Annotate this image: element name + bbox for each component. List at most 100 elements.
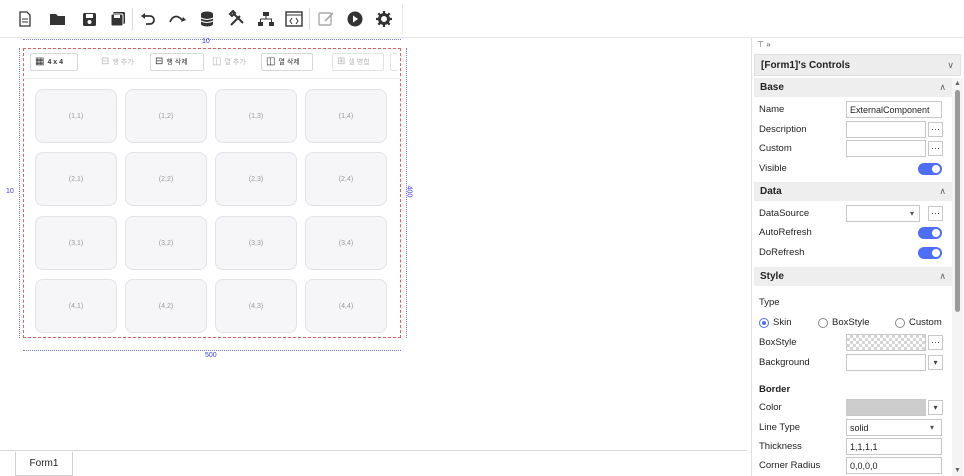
grid-cell[interactable]: (4,3) bbox=[215, 279, 297, 333]
delete-column-label: 열 삭제 bbox=[278, 59, 300, 66]
prop-label: Custom bbox=[759, 143, 792, 154]
scroll-thumb[interactable] bbox=[955, 90, 960, 312]
description-field[interactable] bbox=[846, 121, 926, 138]
chevron-down-icon: ▾ bbox=[910, 209, 915, 218]
tab-form1[interactable]: Form1 bbox=[15, 452, 73, 476]
grid-cell[interactable]: (4,1) bbox=[35, 279, 117, 333]
tools-icon[interactable] bbox=[227, 9, 247, 29]
name-field[interactable]: ExternalComponent bbox=[846, 101, 942, 118]
chevron-up-icon: ∧ bbox=[939, 271, 946, 281]
design-canvas[interactable]: 10 10 400 500 ▦ 4 x 4 ⊟ 행 추가 ⊟ 행 삭제 ◫ 열 … bbox=[0, 38, 747, 450]
add-column-button[interactable]: ◫ 열 추가 bbox=[208, 53, 256, 71]
grid-cell[interactable]: (2,2) bbox=[125, 152, 207, 206]
grid-cell[interactable]: (1,1) bbox=[35, 89, 117, 143]
visible-toggle[interactable] bbox=[918, 163, 942, 175]
hierarchy-icon[interactable] bbox=[256, 9, 276, 29]
grid-cell[interactable]: (2,1) bbox=[35, 152, 117, 206]
grid-cell[interactable]: (3,4) bbox=[305, 216, 387, 270]
redo-icon[interactable] bbox=[168, 9, 188, 29]
add-column-icon: ◫ bbox=[212, 56, 222, 67]
chevron-down-icon: ▾ bbox=[930, 423, 935, 432]
toolbar-end-divider bbox=[402, 4, 403, 34]
grid-cell[interactable]: (3,3) bbox=[215, 216, 297, 270]
scroll-down-icon[interactable]: ▼ bbox=[954, 467, 961, 474]
grid-cell[interactable]: (4,4) bbox=[305, 279, 387, 333]
open-folder-icon[interactable] bbox=[48, 9, 68, 29]
grid-cell[interactable]: (3,2) bbox=[125, 216, 207, 270]
prop-label: Corner Radius bbox=[759, 460, 821, 471]
grid-cell[interactable]: (2,4) bbox=[305, 152, 387, 206]
prop-label: Thickness bbox=[759, 441, 802, 452]
section-style[interactable]: Style ∧ bbox=[754, 267, 952, 286]
new-file-icon[interactable] bbox=[15, 9, 35, 29]
autorefresh-toggle[interactable] bbox=[918, 227, 942, 239]
save-icon[interactable] bbox=[79, 9, 99, 29]
add-row-button[interactable]: ⊟ 행 추가 bbox=[97, 53, 143, 71]
section-data[interactable]: Data ∧ bbox=[754, 182, 952, 201]
merge-cells-label: 셀 병합 bbox=[348, 59, 370, 66]
ellipsis-button[interactable]: ⋯ bbox=[928, 122, 943, 137]
database-icon[interactable] bbox=[197, 9, 217, 29]
type-custom-radio[interactable]: Custom bbox=[895, 317, 942, 328]
type-boxstyle-radio[interactable]: BoxStyle bbox=[818, 317, 870, 328]
delete-row-label: 행 삭제 bbox=[166, 59, 188, 66]
ellipsis-button[interactable]: ⋯ bbox=[928, 335, 943, 350]
grid-cell[interactable]: (1,2) bbox=[125, 89, 207, 143]
controls-title: [Form1]'s Controls bbox=[761, 59, 851, 71]
width-ruler bbox=[23, 350, 401, 351]
prop-thickness: Thickness 1,1,1,1 bbox=[754, 437, 952, 456]
controls-selector[interactable]: [Form1]'s Controls ∨ bbox=[754, 54, 961, 76]
type-skin-radio[interactable]: Skin bbox=[759, 317, 791, 328]
undo-icon[interactable] bbox=[138, 9, 158, 29]
pin-toggle[interactable]: ⊤ » bbox=[757, 40, 771, 49]
background-field[interactable] bbox=[846, 354, 926, 371]
section-title: Data bbox=[760, 186, 782, 197]
thickness-field[interactable]: 1,1,1,1 bbox=[846, 438, 942, 455]
prop-corner-radius: Corner Radius 0,0,0,0 bbox=[754, 456, 952, 475]
settings-icon[interactable] bbox=[374, 9, 394, 29]
border-color-swatch[interactable] bbox=[846, 399, 926, 416]
grid-cell[interactable]: (3,1) bbox=[35, 216, 117, 270]
chevron-down-icon[interactable]: ▾ bbox=[928, 355, 943, 370]
code-icon[interactable] bbox=[284, 9, 304, 29]
prop-name: Name ExternalComponent bbox=[754, 100, 952, 119]
more-tools-edge bbox=[390, 53, 398, 71]
linetype-select[interactable]: solid bbox=[846, 419, 942, 436]
radio-icon bbox=[818, 317, 828, 328]
corner-radius-field[interactable]: 0,0,0,0 bbox=[846, 457, 942, 474]
save-all-icon[interactable] bbox=[108, 9, 128, 29]
add-row-icon: ⊟ bbox=[101, 56, 110, 67]
grid-cell[interactable]: (1,3) bbox=[215, 89, 297, 143]
dorefresh-toggle[interactable] bbox=[918, 247, 942, 259]
prop-visible: Visible bbox=[754, 159, 952, 178]
datasource-select[interactable] bbox=[846, 205, 920, 222]
section-base[interactable]: Base ∧ bbox=[754, 78, 952, 97]
ellipsis-button[interactable]: ⋯ bbox=[928, 141, 943, 156]
scroll-up-icon[interactable]: ▲ bbox=[954, 80, 961, 87]
prop-linetype: Line Type solid ▾ bbox=[754, 418, 952, 437]
merge-cells-button[interactable]: ⊞ 셀 병합 bbox=[332, 53, 384, 71]
boxstyle-field[interactable] bbox=[846, 334, 926, 351]
grid-size-button[interactable]: ▦ 4 x 4 bbox=[30, 53, 78, 71]
prop-custom: Custom ⋯ bbox=[754, 139, 952, 158]
chevron-down-icon[interactable]: ▾ bbox=[928, 400, 943, 415]
grid-cell[interactable]: (4,2) bbox=[125, 279, 207, 333]
custom-field[interactable] bbox=[846, 140, 926, 157]
prop-label: Visible bbox=[759, 163, 787, 174]
panel-scrollbar[interactable]: ▲ ▼ bbox=[952, 78, 963, 476]
delete-row-button[interactable]: ⊟ 행 삭제 bbox=[150, 53, 204, 71]
edit-icon[interactable] bbox=[316, 9, 336, 29]
ellipsis-button[interactable]: ⋯ bbox=[928, 206, 943, 221]
prop-label: DataSource bbox=[759, 208, 810, 219]
add-column-label: 열 추가 bbox=[224, 59, 246, 66]
prop-label: Type bbox=[759, 297, 780, 308]
run-icon[interactable] bbox=[345, 9, 365, 29]
add-row-label: 행 추가 bbox=[112, 59, 134, 66]
grid-cell[interactable]: (1,4) bbox=[305, 89, 387, 143]
grid-layout: (1,1) (1,2) (1,3) (1,4) (2,1) (2,2) (2,3… bbox=[23, 78, 401, 336]
form-tab-bar: Form1 bbox=[0, 450, 747, 476]
radio-label: Custom bbox=[909, 317, 942, 328]
prop-autorefresh: AutoRefresh bbox=[754, 223, 952, 242]
delete-column-button[interactable]: ◫ 열 삭제 bbox=[261, 53, 313, 71]
grid-cell[interactable]: (2,3) bbox=[215, 152, 297, 206]
